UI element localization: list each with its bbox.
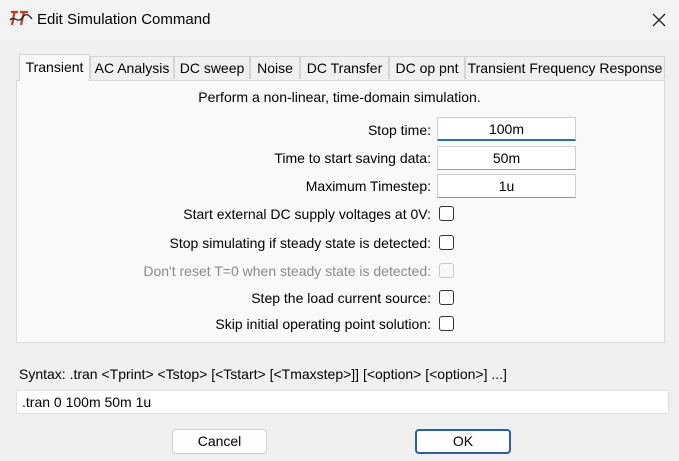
tab-ac-analysis[interactable]: AC Analysis bbox=[90, 56, 174, 79]
cancel-button[interactable]: Cancel bbox=[172, 429, 267, 454]
tab-dc-op-pnt[interactable]: DC op pnt bbox=[389, 56, 465, 79]
tab-dc-sweep[interactable]: DC sweep bbox=[174, 56, 250, 79]
ok-button[interactable]: OK bbox=[415, 429, 511, 454]
window-title: Edit Simulation Command bbox=[37, 11, 211, 28]
tab-dc-transfer[interactable]: DC Transfer bbox=[300, 56, 389, 79]
start-saving-label: Time to start saving data: bbox=[274, 150, 431, 166]
tab-noise[interactable]: Noise bbox=[250, 56, 300, 79]
ltspice-logo-icon bbox=[9, 9, 33, 29]
steady-state-stop-label: Stop simulating if steady state is detec… bbox=[169, 235, 431, 251]
command-input[interactable]: .tran 0 100m 50m 1u bbox=[16, 390, 669, 414]
close-button[interactable] bbox=[644, 6, 674, 34]
max-timestep-label: Maximum Timestep: bbox=[305, 178, 431, 194]
close-icon bbox=[652, 13, 666, 27]
no-reset-t0-checkbox bbox=[439, 263, 454, 278]
tab-transient[interactable]: Transient bbox=[19, 54, 90, 81]
tab-transient-frequency-response[interactable]: Transient Frequency Response bbox=[465, 56, 665, 79]
no-reset-t0-label: Don't reset T=0 when steady state is det… bbox=[143, 263, 431, 279]
stop-time-label: Stop time: bbox=[367, 122, 431, 138]
skip-op-point-label: Skip initial operating point solution: bbox=[215, 316, 431, 332]
dc-supply-zero-checkbox[interactable] bbox=[439, 206, 454, 221]
start-saving-input[interactable]: 50m bbox=[437, 146, 576, 170]
dc-supply-zero-label: Start external DC supply voltages at 0V: bbox=[183, 206, 431, 222]
steady-state-stop-checkbox[interactable] bbox=[439, 235, 454, 250]
stop-time-input[interactable]: 100m bbox=[437, 117, 576, 141]
step-load-current-checkbox[interactable] bbox=[439, 290, 454, 305]
syntax-hint: Syntax: .tran <Tprint> <Tstop> [<Tstart>… bbox=[19, 366, 507, 382]
step-load-current-label: Step the load current source: bbox=[251, 290, 431, 306]
panel-description: Perform a non-linear, time-domain simula… bbox=[198, 89, 481, 105]
skip-op-point-checkbox[interactable] bbox=[439, 316, 454, 331]
max-timestep-input[interactable]: 1u bbox=[437, 174, 576, 198]
